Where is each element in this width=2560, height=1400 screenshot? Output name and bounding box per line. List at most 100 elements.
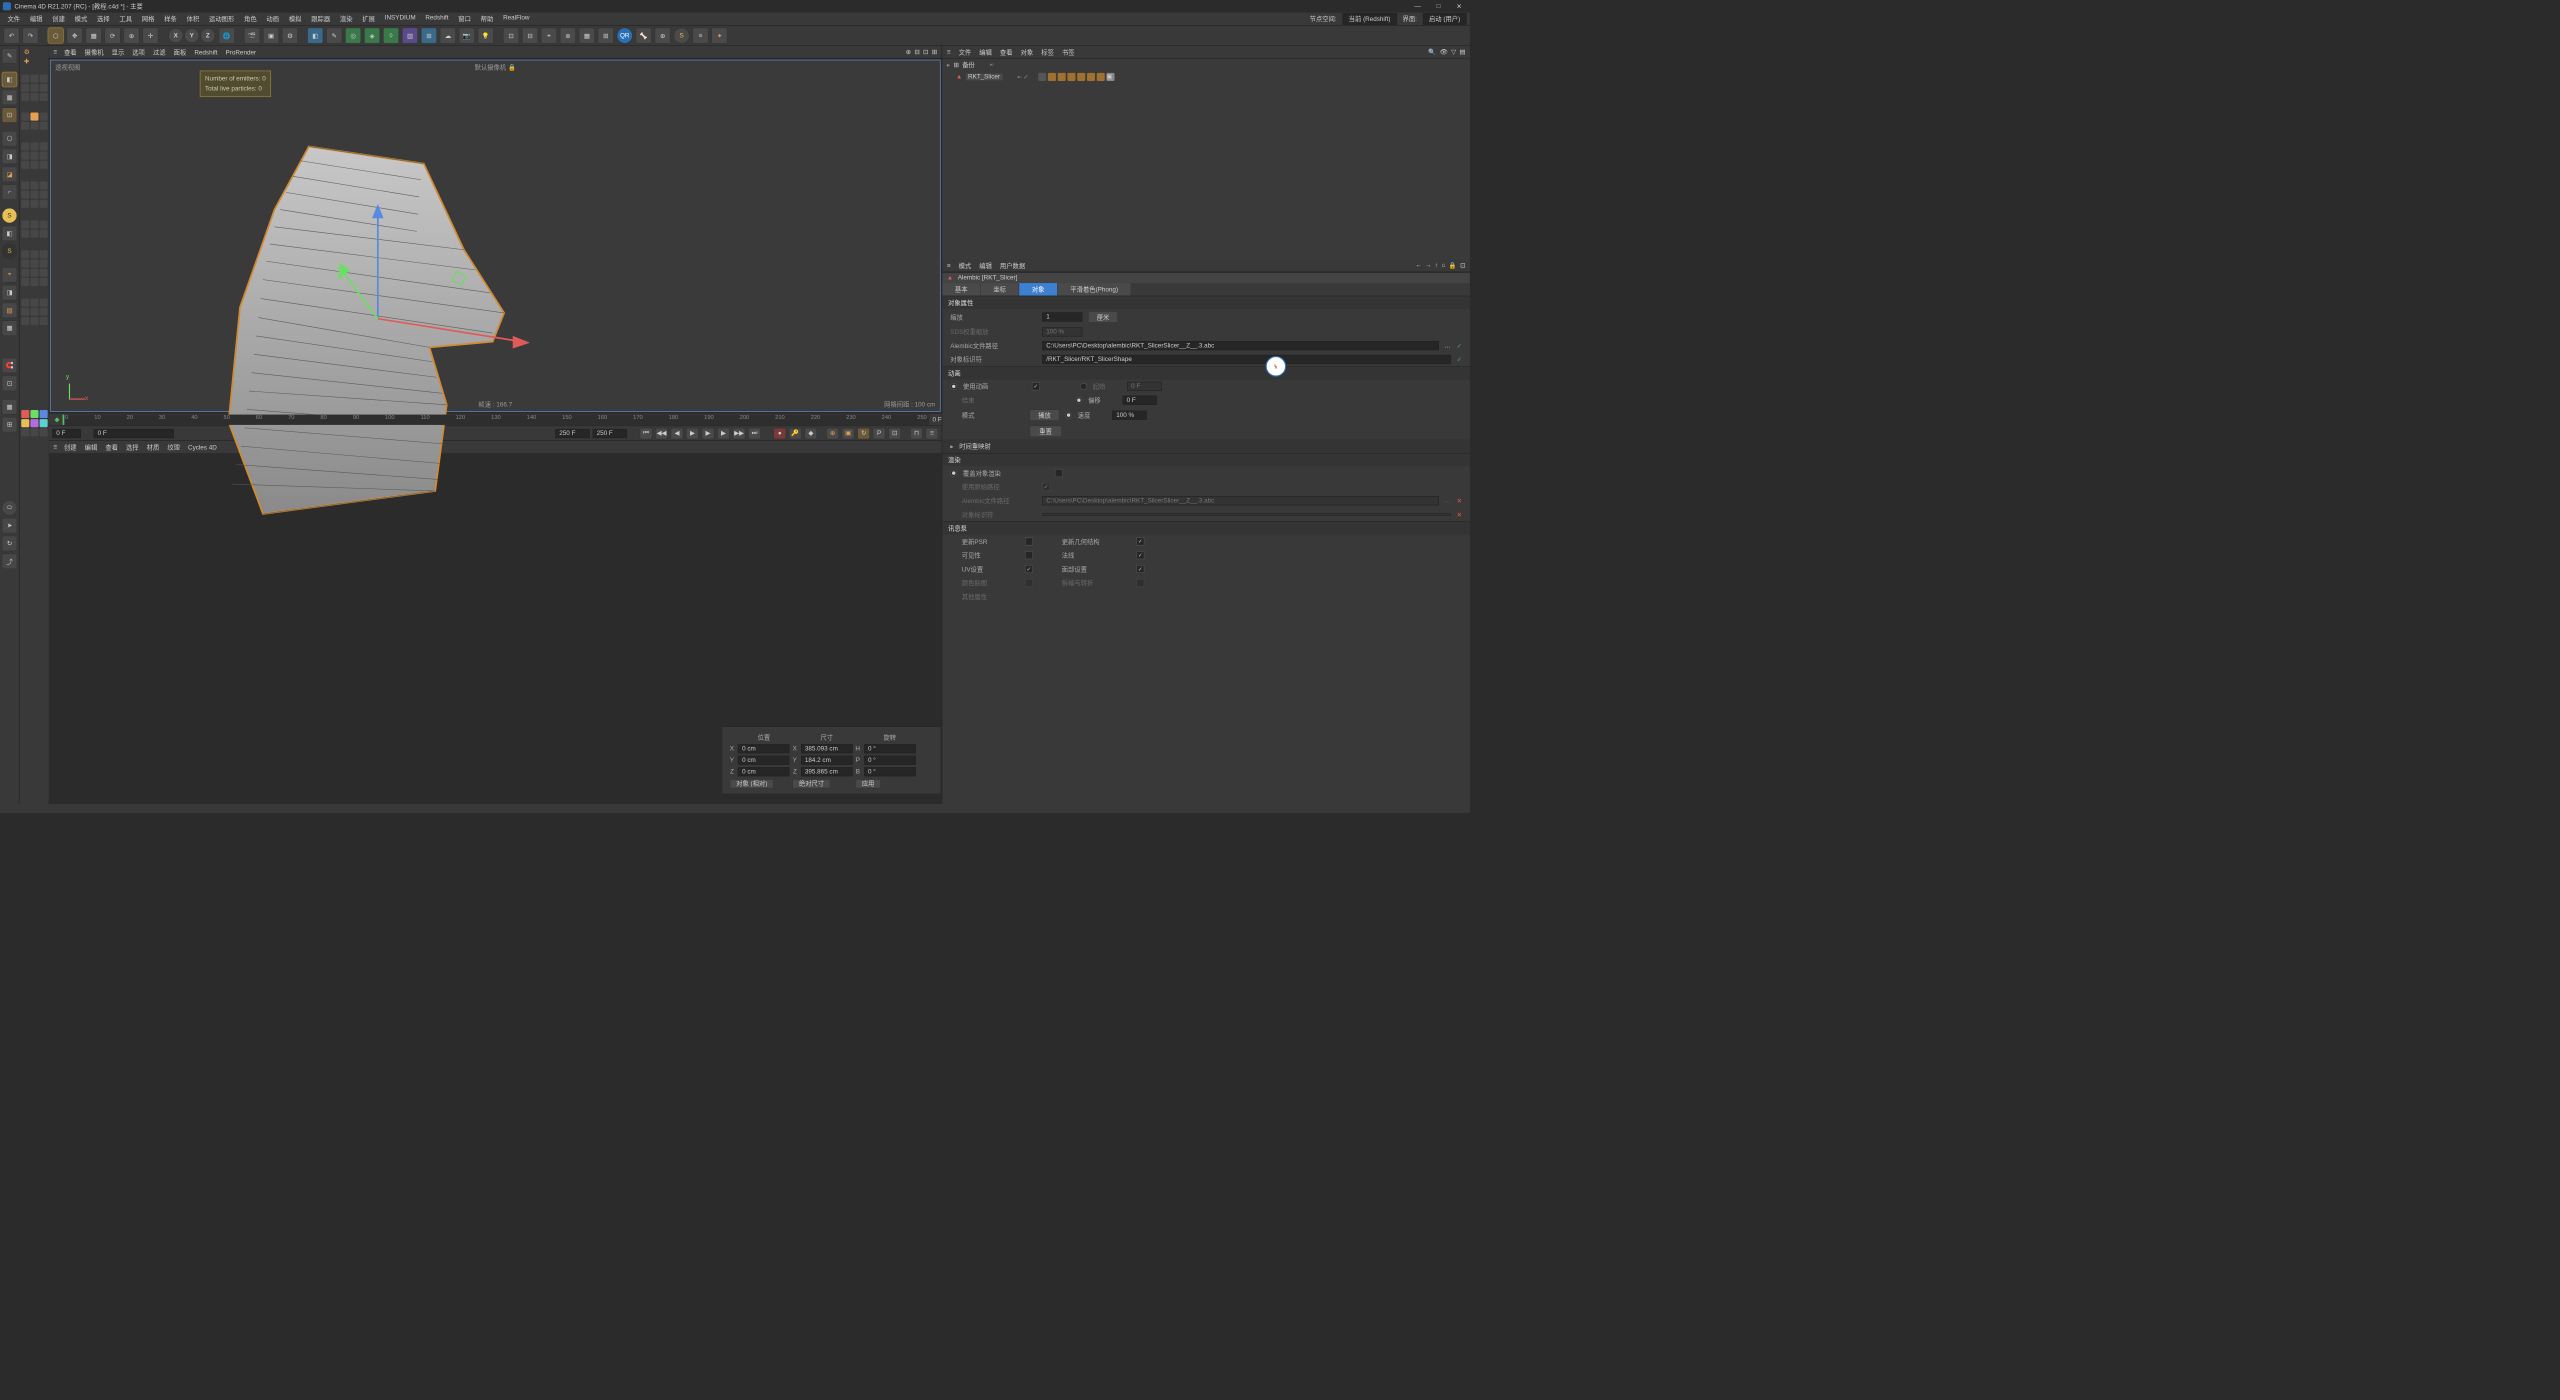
preset-button[interactable]: ⚙ [24,48,45,55]
attr-menu-编辑[interactable]: 编辑 [979,263,992,270]
redo-button[interactable]: ↷ [22,28,38,44]
speed-radio[interactable] [1065,412,1072,419]
layer-mode[interactable]: ▤ [2,303,18,319]
extra4-button[interactable]: ✦ [711,28,727,44]
rot-h-field[interactable]: 0 ° [864,744,916,753]
timeline-end-field[interactable]: 0 F [933,416,942,423]
obj-id-field[interactable]: /RKT_Slicer/RKT_SlicerShape [1042,355,1451,364]
snap-button[interactable]: ⊕ [560,28,576,44]
workplane-mode[interactable]: ⊡ [2,107,18,123]
vp-icon-3[interactable]: ⊡ [923,48,928,55]
attr-tab-2[interactable]: 对象 [1019,283,1057,296]
attr-hamburger[interactable]: ≡ [947,262,951,269]
takes-button[interactable]: ≡ [692,28,708,44]
boole-button[interactable]: ◊ [383,28,399,44]
attr-home-icon[interactable]: ⌂ [1441,262,1445,269]
menu-跟踪器[interactable]: 跟踪器 [307,13,334,24]
vp-menu-显示[interactable]: 显示 [112,49,125,56]
axis-x-toggle[interactable]: X [168,28,183,43]
workplane-menu[interactable]: ⊞ [2,417,18,433]
poly-select-tool[interactable]: ⤴ [2,554,18,570]
sculpt-s2-mode[interactable]: S [2,243,18,259]
menu-网格[interactable]: 网格 [138,13,159,24]
key-rot-button[interactable]: ↻ [857,427,870,438]
scale-field[interactable]: 1 [1042,312,1082,321]
sculpt-button[interactable]: S [674,28,690,44]
attr-menu-用户数据[interactable]: 用户数据 [1000,263,1025,270]
mat-menu-创建[interactable]: 创建 [64,444,77,451]
mat-menu-编辑[interactable]: 编辑 [85,444,98,451]
use-anim-checkbox[interactable] [1032,382,1040,390]
menu-模式[interactable]: 模式 [71,13,92,24]
live-select-tool[interactable]: ⬭ [2,500,18,516]
mat-menu-材质[interactable]: 材质 [147,444,160,451]
next-frame-button[interactable]: ▶ [717,427,730,438]
menu-模拟[interactable]: 模拟 [285,13,306,24]
render-settings-button[interactable]: ⚙ [282,28,298,44]
mat-menu-纹理[interactable]: 纹理 [167,444,180,451]
attr-nav-back[interactable]: ← [1415,262,1421,269]
rotate-tool[interactable]: ⟳ [105,28,121,44]
play-back-button[interactable]: ▶ [686,427,699,438]
menu-帮助[interactable]: 帮助 [477,13,498,24]
axis-mode[interactable]: ⌖ [2,267,18,283]
vp-menu-查看[interactable]: 查看 [64,49,77,56]
edge-mode[interactable]: ◨ [2,149,18,165]
prev-key-button[interactable]: ◀◀ [655,427,668,438]
generator-button[interactable]: ◎ [345,28,361,44]
grid-button[interactable]: ⊞ [598,28,614,44]
attr-tab-1[interactable]: 坐标 [981,283,1019,296]
key-pos-button[interactable]: ⊕ [826,427,839,438]
play-button[interactable]: ▶ [702,427,715,438]
om-eye-icon[interactable]: 👁 [1440,48,1448,55]
attr-tab-0[interactable]: 基本 [942,283,980,296]
workplane-button[interactable]: ▦ [579,28,595,44]
menu-角色[interactable]: 角色 [240,13,261,24]
vp-menu-ProRender[interactable]: ProRender [226,49,257,56]
minimize-button[interactable]: — [1413,3,1422,10]
menu-样条[interactable]: 样条 [160,13,181,24]
fields-button[interactable]: ⊞ [421,28,437,44]
menu-文件[interactable]: 文件 [3,13,24,24]
generator2-button[interactable]: ◈ [364,28,380,44]
menu-编辑[interactable]: 编辑 [26,13,47,24]
upd-psr-checkbox[interactable] [1025,537,1033,545]
snap-toggle[interactable]: 🧲 [2,358,18,374]
extra3-button[interactable]: ⌖ [541,28,557,44]
rect-select-tool[interactable]: ➤ [2,518,18,534]
place-tool[interactable]: ✛ [142,28,158,44]
texture-mode[interactable]: ▦ [2,90,18,106]
coord-obj-mode-select[interactable]: 对象 (相对) [730,779,774,788]
color-grid-3[interactable] [21,142,47,168]
frame-current-field[interactable]: 0 F [94,429,174,438]
om-menu-书签[interactable]: 书签 [1062,49,1075,56]
rot-b-field[interactable]: 0 ° [864,767,916,776]
om-menu-编辑[interactable]: 编辑 [979,49,992,56]
last-tool[interactable]: ⊕ [123,28,139,44]
timeline-marker-icon[interactable]: ◆ [55,416,60,423]
qr-button[interactable]: QR [617,28,633,44]
prev-frame-button[interactable]: ◀ [671,427,684,438]
coord-apply-button[interactable]: 应用 [855,779,880,788]
plus-button[interactable]: ✚ [24,58,45,65]
polygon-mode[interactable]: ◪ [2,167,18,183]
autokey-button[interactable]: 🔑 [789,427,802,438]
om-item-row[interactable]: ▲ RKT_Slicer ▪▫ ✓ ▣ [942,71,1470,82]
select-tool[interactable]: ⬡ [48,28,64,44]
perspective-viewport[interactable]: 透视视图 默认摄像机 🔒 Number of emitters: 0 Total… [50,60,941,412]
use-anim-radio[interactable] [950,383,957,390]
key-pla-button[interactable]: ⊡ [888,427,901,438]
scale-unit-select[interactable]: 厘米 [1088,311,1118,322]
menu-Redshift[interactable]: Redshift [421,13,452,24]
key-param-button[interactable]: P [873,427,886,438]
vp-menu-选项[interactable]: 选项 [132,49,145,56]
uvpoly-mode[interactable]: ⌐ [2,184,18,200]
size-x-field[interactable]: 385.093 cm [801,744,853,753]
menu-INSYDIUM[interactable]: INSYDIUM [381,13,420,24]
environment-button[interactable]: ☁ [440,28,456,44]
snap-settings[interactable]: ⊡ [2,376,18,392]
point-mode[interactable]: ⬡ [2,131,18,147]
misc-b[interactable] [35,338,45,348]
pos-x-field[interactable]: 0 cm [738,744,790,753]
model-mode[interactable]: ◧ [2,72,18,88]
